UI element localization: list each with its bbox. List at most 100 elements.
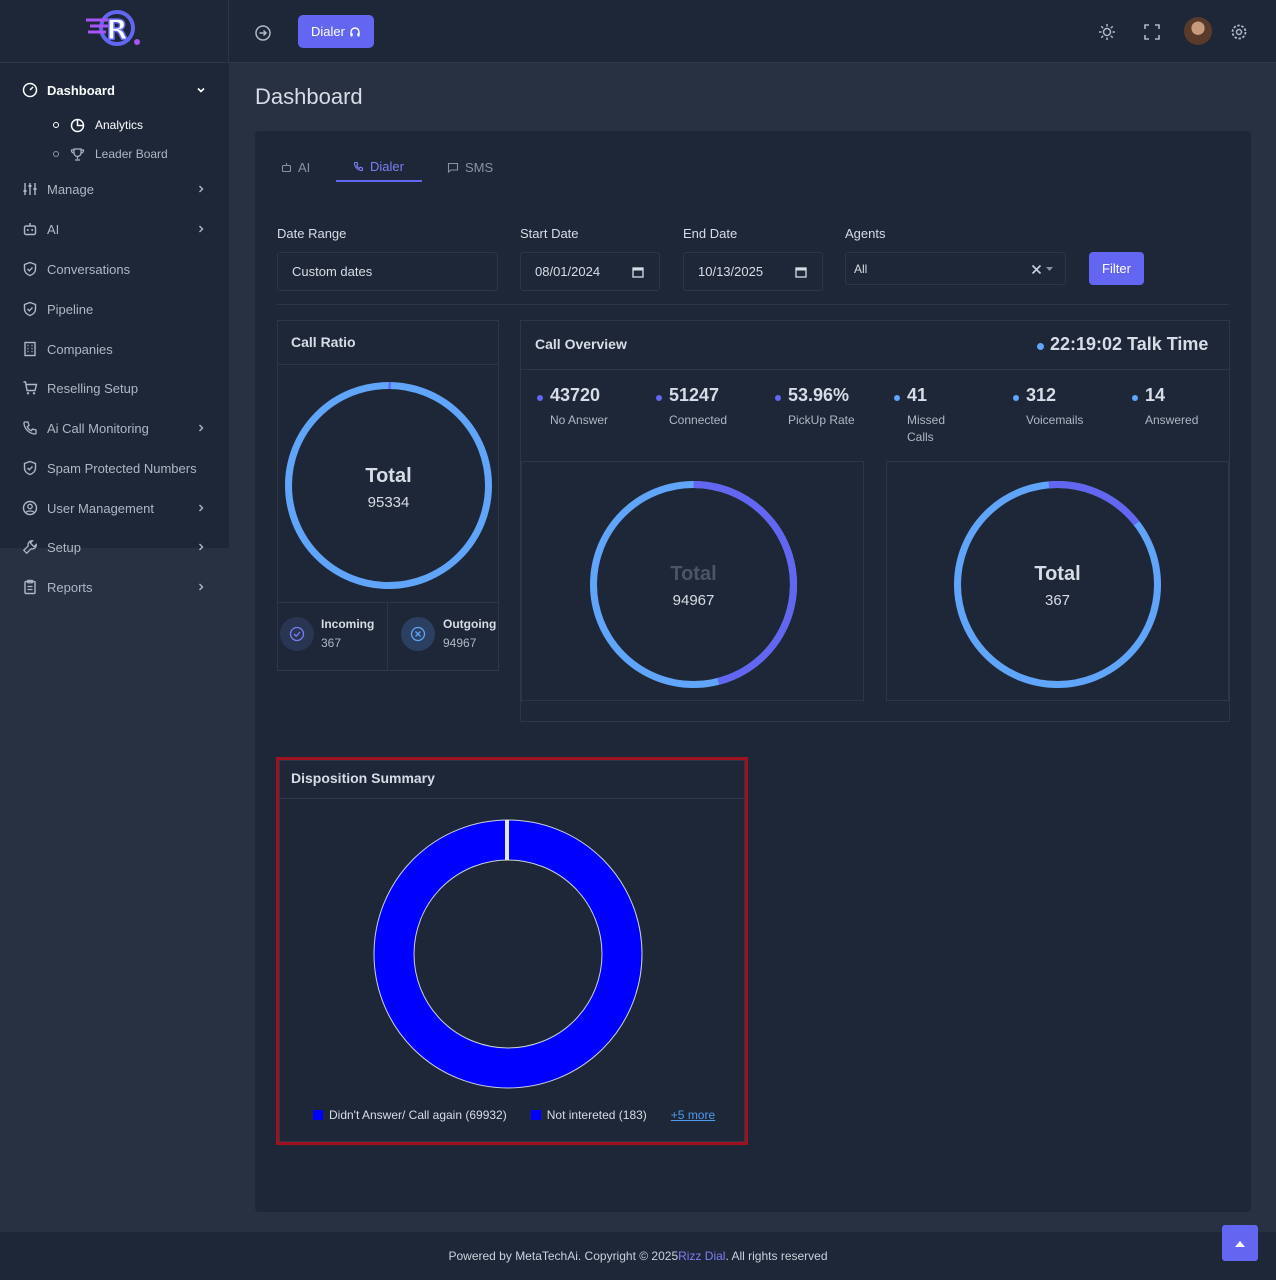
date-range-label: Date Range bbox=[277, 226, 347, 241]
date-range-value: Custom dates bbox=[292, 264, 373, 279]
calendar-icon[interactable] bbox=[632, 266, 644, 278]
outgoing-label: Outgoing bbox=[443, 617, 497, 631]
talk-time-dot bbox=[1037, 343, 1044, 350]
footer-brand-link[interactable]: Rizz Dial bbox=[678, 1249, 725, 1263]
bullet-icon bbox=[53, 151, 59, 157]
logo-area: R bbox=[0, 0, 229, 63]
sidebar-item-label: Spam Protected Numbers bbox=[47, 460, 197, 476]
stat-dot bbox=[1013, 395, 1019, 401]
robot-icon bbox=[281, 162, 292, 172]
call-ratio-donut: Total 95334 bbox=[285, 382, 492, 589]
agents-select[interactable]: All bbox=[845, 252, 1066, 285]
sidebar-item-dashboard[interactable]: Dashboard bbox=[0, 75, 229, 105]
fullscreen-icon[interactable] bbox=[1143, 23, 1161, 41]
sidebar-item-label: Ai Call Monitoring bbox=[47, 420, 149, 436]
stat-label: No Answer bbox=[550, 413, 609, 427]
chevron-down-icon bbox=[197, 87, 205, 93]
start-date-value: 08/01/2024 bbox=[535, 264, 601, 279]
sidebar-item-ai[interactable]: AI bbox=[0, 214, 229, 244]
donut-total-label: Total bbox=[1034, 563, 1080, 585]
dialer-button[interactable]: Dialer bbox=[298, 15, 374, 48]
agents-label: Agents bbox=[845, 226, 886, 241]
date-range-select[interactable]: Custom dates bbox=[277, 252, 498, 291]
message-icon bbox=[447, 162, 459, 173]
logo[interactable]: R bbox=[84, 6, 146, 56]
end-date-label: End Date bbox=[683, 226, 738, 241]
pie-chart-icon bbox=[70, 118, 85, 132]
stat-value: 14 bbox=[1145, 385, 1166, 405]
dialer-button-label: Dialer bbox=[311, 24, 345, 39]
divider bbox=[521, 369, 1229, 370]
gear-icon[interactable] bbox=[1230, 23, 1248, 41]
sidebar-item-reselling-setup[interactable]: Reselling Setup bbox=[0, 373, 229, 403]
stat-value: 41 bbox=[907, 385, 928, 405]
clipboard-icon bbox=[24, 579, 36, 595]
sidebar-subitem-leader-board[interactable]: Leader Board bbox=[0, 141, 229, 167]
shield-icon bbox=[23, 301, 37, 317]
filter-button[interactable]: Filter bbox=[1089, 252, 1144, 285]
bullet-icon bbox=[53, 122, 59, 128]
sidebar-item-label: Conversations bbox=[47, 261, 131, 277]
incoming-value: 367 bbox=[321, 636, 342, 650]
stat-dot bbox=[1132, 395, 1138, 401]
sidebar-item-label: User Management bbox=[47, 500, 154, 516]
tab-sms[interactable]: SMS bbox=[447, 152, 493, 182]
divider bbox=[387, 603, 388, 670]
donut-total-value: 94967 bbox=[673, 592, 715, 609]
end-date-input[interactable]: 10/13/2025 bbox=[683, 252, 823, 291]
check-circle-icon bbox=[280, 617, 314, 651]
sidebar-item-pipeline[interactable]: Pipeline bbox=[0, 294, 229, 324]
dashboard-icon bbox=[22, 82, 38, 98]
clear-icon[interactable] bbox=[1031, 264, 1042, 275]
phone-icon bbox=[23, 421, 37, 435]
sidebar-item-setup[interactable]: Setup bbox=[0, 532, 229, 562]
tab-label: AI bbox=[298, 159, 311, 175]
stat-label: Connected bbox=[669, 413, 728, 427]
tab-label: SMS bbox=[465, 159, 494, 175]
start-date-label: Start Date bbox=[520, 226, 579, 241]
sidebar-item-user-management[interactable]: User Management bbox=[0, 493, 229, 523]
stat-value: 312 bbox=[1026, 385, 1057, 405]
donut-total-label: Total bbox=[670, 563, 716, 585]
stat-value: 53.96% bbox=[788, 385, 850, 405]
divider bbox=[277, 304, 1229, 305]
x-circle-icon bbox=[401, 617, 435, 651]
top-header: R Dialer bbox=[0, 0, 1276, 63]
calendar-icon[interactable] bbox=[795, 266, 807, 278]
donut-total-value: 95334 bbox=[368, 494, 410, 511]
sidebar-subitem-analytics[interactable]: Analytics bbox=[0, 112, 229, 138]
sun-icon[interactable] bbox=[1098, 23, 1116, 41]
caret-down-icon[interactable] bbox=[1046, 267, 1053, 272]
chevron-right-icon bbox=[199, 583, 204, 591]
cart-icon bbox=[23, 381, 38, 395]
outgoing-donut: Total 94967 bbox=[590, 481, 797, 688]
stat-label: PickUp Rate bbox=[788, 413, 855, 427]
talk-time: 22:19:02 Talk Time bbox=[1050, 334, 1209, 354]
stat-label: Missed Calls bbox=[907, 413, 946, 444]
sidebar-item-spam-protected-numbers[interactable]: Spam Protected Numbers bbox=[0, 453, 229, 483]
sidebar-subitem-label: Leader Board bbox=[95, 147, 168, 161]
sidebar-item-manage[interactable]: Manage bbox=[0, 174, 229, 204]
tab-ai[interactable]: AI bbox=[281, 152, 310, 182]
stat-label: Answered bbox=[1145, 413, 1199, 427]
stat-dot bbox=[894, 395, 900, 401]
user-circle-icon bbox=[22, 500, 38, 516]
sidebar-item-label: Reports bbox=[47, 579, 93, 595]
stat-value: 51247 bbox=[669, 385, 720, 405]
sidebar-item-ai-call-monitoring[interactable]: Ai Call Monitoring bbox=[0, 413, 229, 443]
sliders-icon bbox=[23, 183, 37, 195]
footer: Powered by MetaTechAi. Copyright © 2025 … bbox=[0, 1232, 1276, 1280]
sidebar-item-label: Companies bbox=[47, 341, 113, 357]
incoming-donut: Total 367 bbox=[954, 481, 1161, 688]
chevron-right-icon bbox=[199, 504, 204, 512]
sidebar-toggle-icon[interactable] bbox=[254, 24, 272, 42]
trophy-icon bbox=[70, 147, 85, 161]
sidebar-item-conversations[interactable]: Conversations bbox=[0, 254, 229, 284]
sidebar-item-companies[interactable]: Companies bbox=[0, 334, 229, 364]
tab-dialer[interactable]: Dialer bbox=[336, 152, 422, 182]
sidebar-item-reports[interactable]: Reports bbox=[0, 572, 229, 602]
avatar[interactable] bbox=[1184, 17, 1212, 45]
start-date-input[interactable]: 08/01/2024 bbox=[520, 252, 660, 291]
scroll-to-top-button[interactable] bbox=[1222, 1225, 1258, 1261]
stat-dot bbox=[775, 395, 781, 401]
